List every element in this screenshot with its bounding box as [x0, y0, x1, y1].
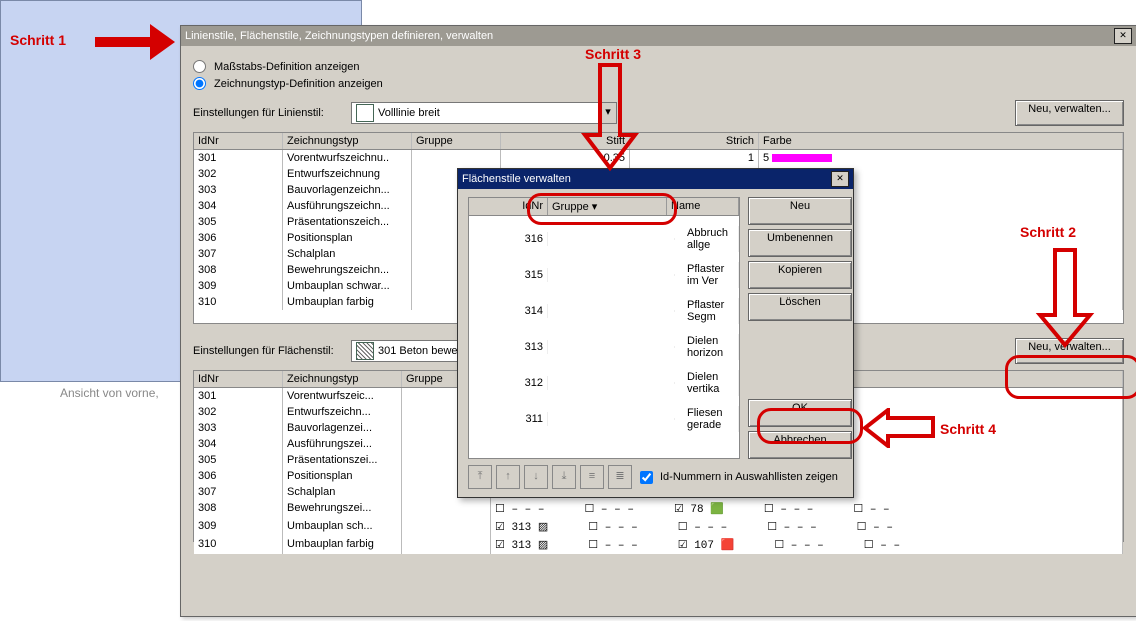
- col-gruppe[interactable]: Gruppe: [412, 133, 501, 149]
- sub-grid: IdNr Gruppe ▾ Name 316Abbruch allge 315Pf…: [468, 197, 740, 459]
- kopieren-button[interactable]: Kopieren: [748, 261, 852, 289]
- show-ids-checkbox[interactable]: [640, 471, 653, 484]
- tool-5-icon[interactable]: ≡: [580, 465, 604, 489]
- col-zeichnungstyp-2[interactable]: Zeichnungstyp: [283, 371, 402, 387]
- col-idnr[interactable]: IdNr: [194, 133, 283, 149]
- radio-massstab-label: Maßstabs-Definition anzeigen: [214, 61, 360, 73]
- sub-close-icon[interactable]: ✕: [831, 171, 849, 187]
- table-row[interactable]: 308Bewehrungszei... ☐ – – –☐ – – –☑ 78 🟩…: [194, 500, 1123, 518]
- linestyle-label: Einstellungen für Linienstil:: [193, 107, 343, 119]
- areastyle-value: 301 Beton bewehr: [378, 345, 467, 357]
- areastyle-icon: [356, 342, 374, 360]
- sub-dialog: Flächenstile verwalten ✕ IdNr Gruppe ▾ N…: [457, 168, 854, 498]
- tool-6-icon[interactable]: ≣: [608, 465, 632, 489]
- col-farbe[interactable]: Farbe: [759, 133, 1123, 149]
- linestyle-icon: [356, 104, 374, 122]
- ok-button[interactable]: OK: [748, 399, 852, 427]
- col-idnr-2[interactable]: IdNr: [194, 371, 283, 387]
- move-down-icon[interactable]: ↓: [524, 465, 548, 489]
- radio-zeichnungstyp[interactable]: Zeichnungstyp-Definition anzeigen: [193, 77, 1124, 90]
- list-item[interactable]: 311Fliesen gerade: [469, 406, 739, 432]
- move-bottom-icon[interactable]: ⤓: [552, 465, 576, 489]
- radio-zeichnungstyp-input[interactable]: [193, 77, 206, 90]
- sub-col-name[interactable]: Name: [667, 198, 739, 215]
- neu-verwalten-areastyle-button[interactable]: Neu, verwalten...: [1015, 338, 1124, 364]
- loeschen-button[interactable]: Löschen: [748, 293, 852, 321]
- chevron-down-icon[interactable]: ▾: [599, 103, 616, 123]
- list-item[interactable]: 313Dielen horizon: [469, 334, 739, 360]
- umbenennen-button[interactable]: Umbenennen: [748, 229, 852, 257]
- move-top-icon[interactable]: ⤒: [468, 465, 492, 489]
- radio-zeichnungstyp-label: Zeichnungstyp-Definition anzeigen: [214, 78, 383, 90]
- col-stift[interactable]: Stift: [501, 133, 630, 149]
- list-item[interactable]: 314Pflaster Segm: [469, 298, 739, 324]
- list-item[interactable]: 315Pflaster im Ver: [469, 262, 739, 288]
- radio-massstab-input[interactable]: [193, 60, 206, 73]
- areastyle-label: Einstellungen für Flächenstil:: [193, 345, 343, 357]
- table-row[interactable]: 309Umbauplan sch... ☑ 313 ▨☐ – – –☐ – – …: [194, 518, 1123, 536]
- abbrechen-button[interactable]: Abbrechen: [748, 431, 852, 459]
- neu-button[interactable]: Neu: [748, 197, 852, 225]
- sub-col-idnr[interactable]: IdNr: [469, 198, 548, 215]
- linestyle-dropdown[interactable]: Volllinie breit ▾: [351, 102, 617, 124]
- col-strich[interactable]: Strich: [630, 133, 759, 149]
- main-title: Linienstile, Flächenstile, Zeichnungstyp…: [185, 30, 493, 42]
- table-row[interactable]: 301Vorentwurfszeichnu..0.3515: [194, 150, 1123, 166]
- main-titlebar: Linienstile, Flächenstile, Zeichnungstyp…: [181, 26, 1136, 46]
- neu-verwalten-linestyle-button[interactable]: Neu, verwalten...: [1015, 100, 1124, 126]
- close-icon[interactable]: ✕: [1114, 28, 1132, 44]
- show-ids-label: Id-Nummern in Auswahllisten zeigen: [660, 471, 838, 483]
- viewport-label: Ansicht von vorne,: [60, 386, 159, 400]
- list-item[interactable]: 316Abbruch allge: [469, 226, 739, 252]
- move-up-icon[interactable]: ↑: [496, 465, 520, 489]
- radio-massstab[interactable]: Maßstabs-Definition anzeigen: [193, 60, 1124, 73]
- sub-col-gruppe[interactable]: Gruppe ▾: [548, 198, 667, 215]
- list-item[interactable]: 312Dielen vertika: [469, 370, 739, 396]
- sub-title: Flächenstile verwalten: [462, 173, 571, 185]
- sub-titlebar: Flächenstile verwalten ✕: [458, 169, 853, 189]
- sort-desc-icon: ▾: [592, 201, 598, 213]
- table-row[interactable]: 310Umbauplan farbig ☑ 313 ▨☐ – – –☑ 107 …: [194, 536, 1123, 554]
- linestyle-value: Volllinie breit: [378, 107, 440, 119]
- col-zeichnungstyp[interactable]: Zeichnungstyp: [283, 133, 412, 149]
